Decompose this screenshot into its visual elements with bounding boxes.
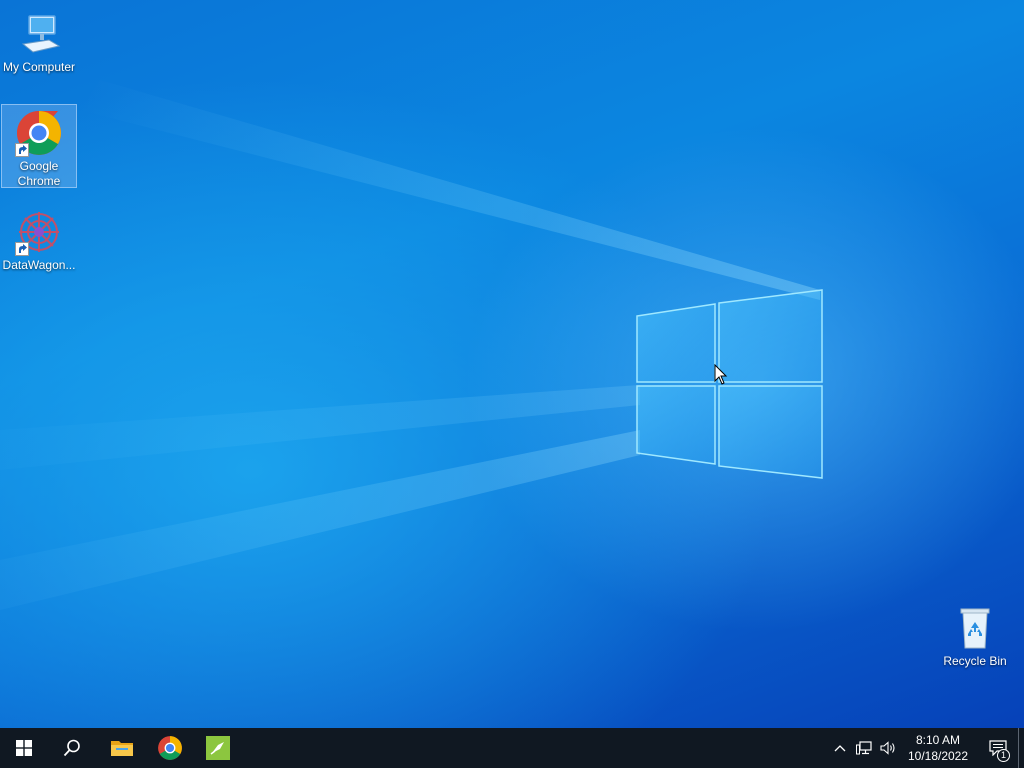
start-button[interactable] <box>0 728 48 768</box>
folder-icon <box>111 741 133 756</box>
clock-date: 10/18/2022 <box>907 749 969 763</box>
file-explorer-button[interactable] <box>98 728 146 768</box>
clock-time: 8:10 AM <box>915 733 961 747</box>
desktop-icon-label: Recycle Bin <box>943 654 1007 668</box>
shortcut-arrow-icon <box>15 242 29 256</box>
datawagon-icon <box>15 208 63 256</box>
taskbar: 8:10 AM 10/18/2022 1 <box>0 728 1024 768</box>
desktop-icon-label: DataWagon... <box>2 258 76 272</box>
search-button[interactable] <box>48 728 96 768</box>
windows-logo-wallpaper-icon <box>636 289 823 479</box>
action-center-button[interactable]: 1 <box>978 728 1018 768</box>
network-button[interactable] <box>852 728 876 768</box>
green-app-taskbar-button[interactable] <box>194 728 242 768</box>
chrome-taskbar-button[interactable] <box>146 728 194 768</box>
desktop[interactable]: My Computer Google Chrome DataWagon... R… <box>0 0 1024 728</box>
mouse-cursor-icon <box>714 364 728 385</box>
computer-icon <box>15 10 63 58</box>
chevron-up-icon <box>834 745 846 752</box>
windows-start-icon <box>16 740 32 756</box>
desktop-icon-label: My Computer <box>2 60 76 74</box>
shortcut-arrow-icon <box>15 143 29 157</box>
green-app-icon <box>206 736 230 760</box>
recycle-bin-icon <box>951 604 999 652</box>
desktop-icon-google-chrome[interactable]: Google Chrome <box>1 104 77 188</box>
show-desktop-button[interactable] <box>1018 728 1024 768</box>
taskbar-clock[interactable]: 8:10 AM 10/18/2022 <box>906 732 970 764</box>
volume-button[interactable] <box>876 728 900 768</box>
desktop-icon-label: Google Chrome <box>17 159 61 188</box>
system-tray: 8:10 AM 10/18/2022 1 <box>828 728 1024 768</box>
speaker-icon <box>880 741 895 755</box>
desktop-icon-datawagon[interactable]: DataWagon... <box>1 204 77 273</box>
notification-count-badge: 1 <box>997 749 1010 762</box>
chrome-icon <box>15 109 63 157</box>
show-hidden-icons-button[interactable] <box>828 728 852 768</box>
desktop-icon-recycle-bin[interactable]: Recycle Bin <box>937 600 1013 669</box>
search-icon <box>63 739 80 757</box>
network-icon <box>856 741 872 755</box>
chrome-icon <box>158 736 182 760</box>
desktop-icon-my-computer[interactable]: My Computer <box>1 6 77 75</box>
wallpaper-light-beams <box>0 80 820 610</box>
